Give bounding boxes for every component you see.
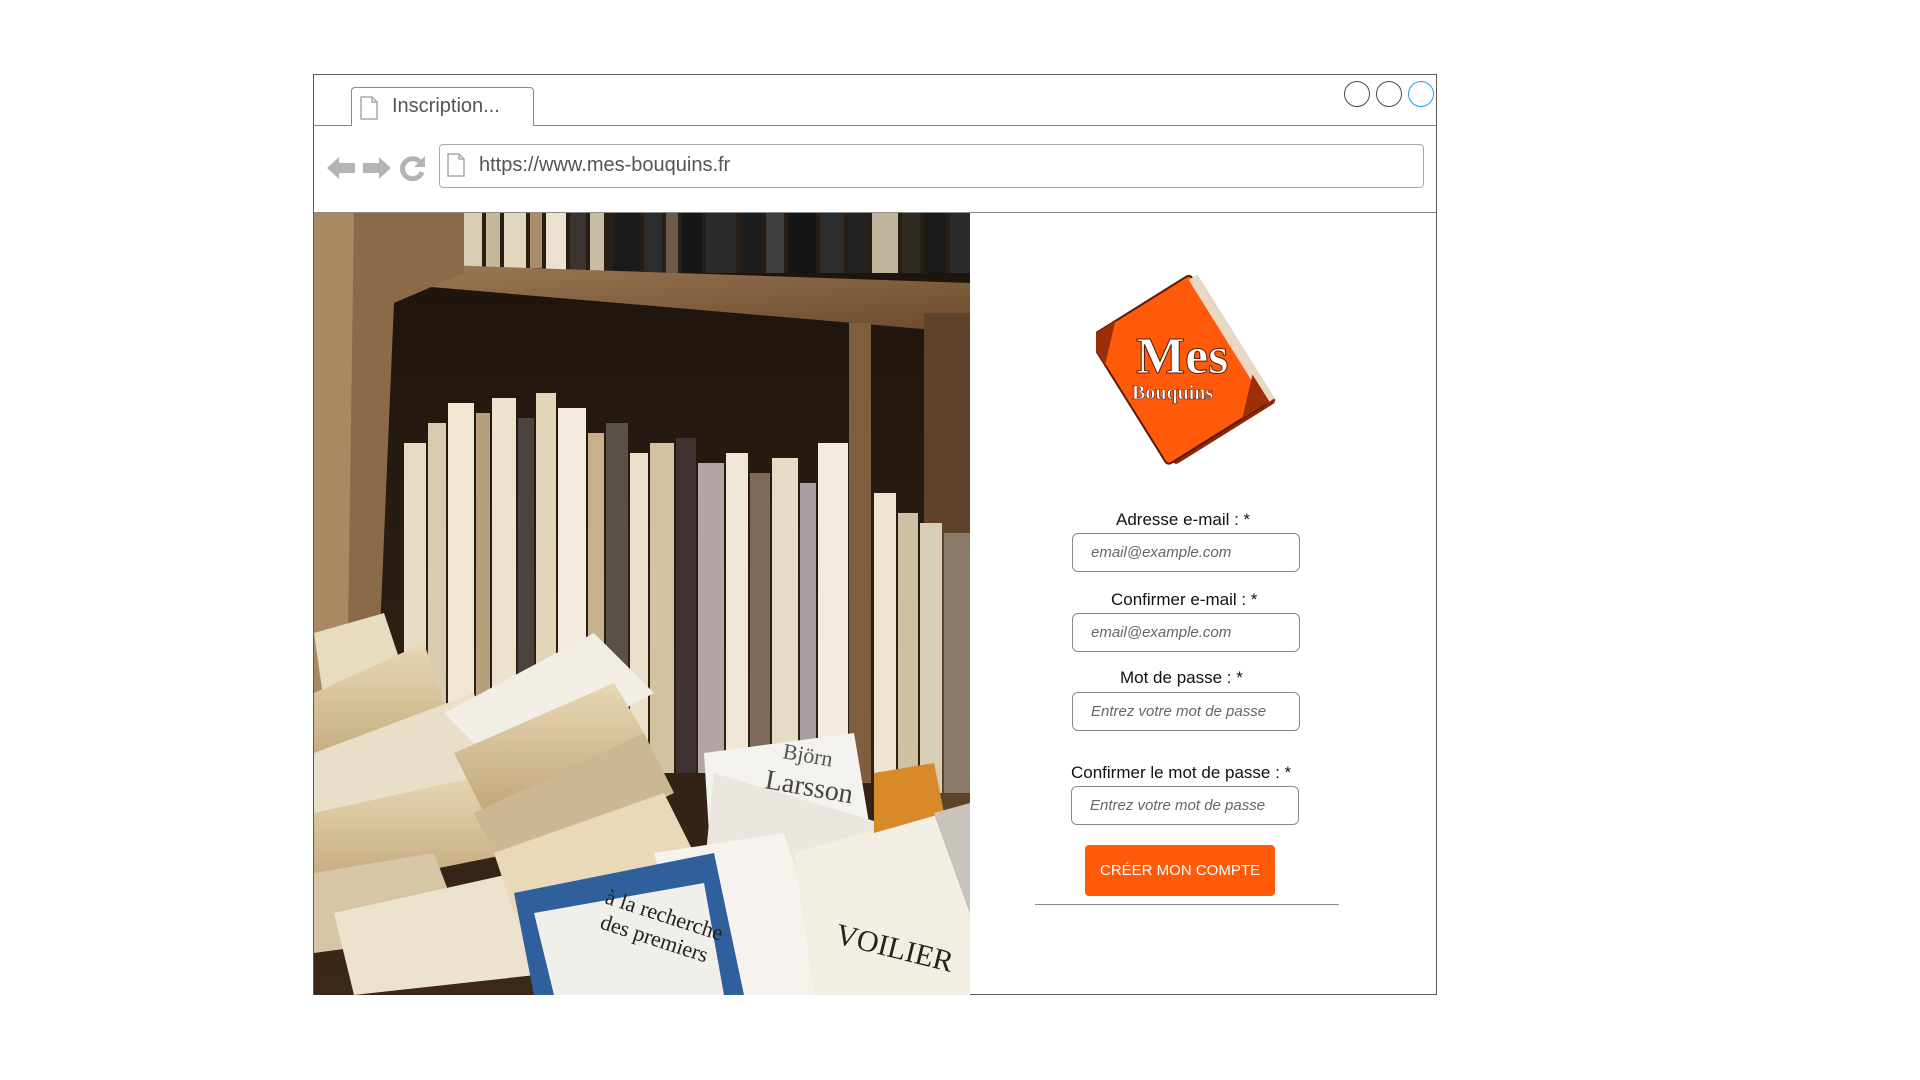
password-label: Mot de passe : * bbox=[1120, 668, 1243, 687]
url-text: https://www.mes-bouquins.fr bbox=[479, 154, 731, 176]
email-label: Adresse e-mail : * bbox=[1116, 510, 1251, 529]
confirm-password-label: Confirmer le mot de passe : * bbox=[1071, 763, 1292, 782]
logo-text-bouquins: Bouquins bbox=[1132, 382, 1213, 404]
signup-panel: Mes Bouquins Adresse e-mail : * Confirme… bbox=[970, 213, 1436, 994]
confirm-password-field[interactable] bbox=[1071, 786, 1299, 825]
logo-text-mes: Mes bbox=[1136, 328, 1228, 385]
arrow-left-icon[interactable] bbox=[326, 154, 356, 187]
document-icon bbox=[446, 153, 466, 182]
tab-title: Inscription... bbox=[392, 95, 500, 117]
bookshelf-photo: Björn Larsson à la recherche des premier… bbox=[314, 213, 970, 995]
minimize-button[interactable] bbox=[1344, 81, 1370, 107]
create-account-button[interactable]: CRÉER MON COMPTE bbox=[1085, 845, 1275, 896]
navigation-bar: https://www.mes-bouquins.fr bbox=[314, 126, 1436, 213]
close-button[interactable] bbox=[1408, 81, 1434, 107]
reload-icon[interactable] bbox=[398, 154, 428, 187]
password-field[interactable] bbox=[1072, 692, 1300, 731]
document-icon bbox=[359, 96, 379, 125]
browser-tab[interactable]: Inscription... bbox=[351, 87, 534, 126]
address-bar[interactable]: https://www.mes-bouquins.fr bbox=[439, 144, 1424, 188]
confirm-email-field[interactable] bbox=[1072, 613, 1300, 652]
arrow-right-icon[interactable] bbox=[362, 154, 392, 187]
divider bbox=[1035, 904, 1339, 905]
tab-bar: Inscription... bbox=[314, 75, 1436, 126]
email-field[interactable] bbox=[1072, 533, 1300, 572]
maximize-button[interactable] bbox=[1376, 81, 1402, 107]
browser-window: Inscription... https://www.mes-bouquins.… bbox=[313, 74, 1437, 995]
mes-bouquins-logo: Mes Bouquins bbox=[1088, 274, 1276, 475]
confirm-email-label: Confirmer e-mail : * bbox=[1111, 590, 1258, 609]
